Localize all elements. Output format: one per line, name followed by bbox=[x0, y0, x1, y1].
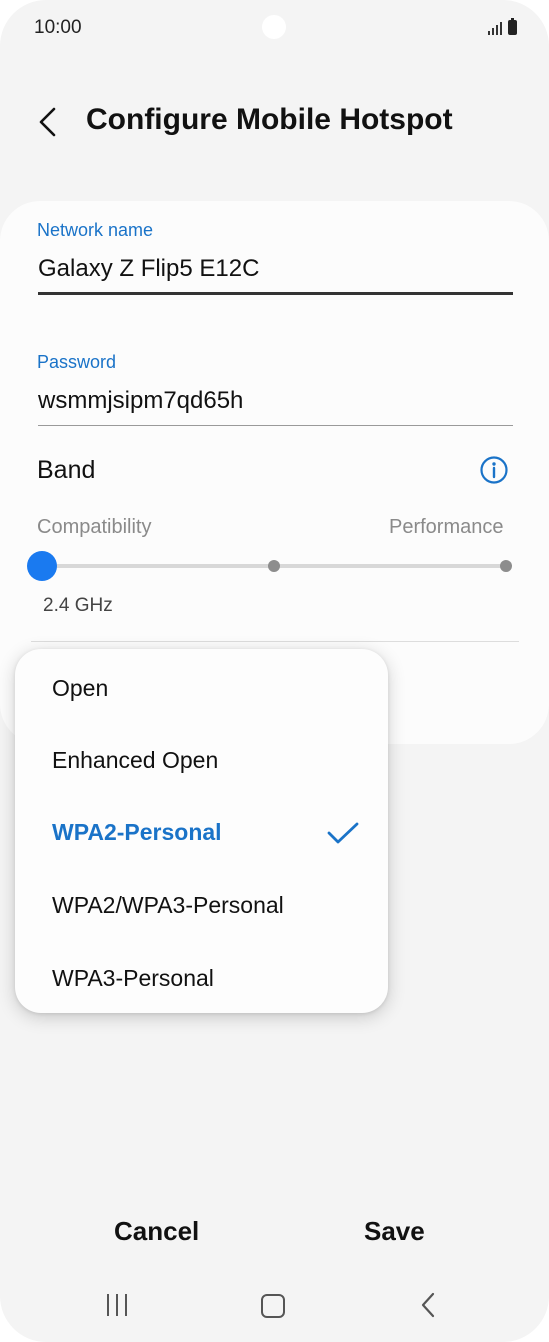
divider bbox=[31, 641, 519, 642]
signal-icon bbox=[488, 21, 502, 35]
option-wpa2-wpa3-personal[interactable]: WPA2/WPA3-Personal bbox=[52, 892, 284, 919]
battery-icon bbox=[508, 18, 517, 35]
network-name-field[interactable]: Galaxy Z Flip5 E12C bbox=[38, 255, 259, 283]
back-arrow-icon bbox=[39, 107, 56, 137]
password-field[interactable]: wsmmjsipm7qd65h bbox=[38, 387, 243, 415]
band-info-button[interactable] bbox=[479, 455, 509, 485]
performance-label: Performance bbox=[389, 516, 504, 538]
band-slider-thumb[interactable] bbox=[27, 551, 57, 581]
option-wpa2-personal[interactable]: WPA2-Personal bbox=[52, 819, 222, 846]
nav-back-icon[interactable] bbox=[418, 1291, 438, 1319]
recents-icon[interactable] bbox=[107, 1294, 127, 1316]
home-icon[interactable] bbox=[261, 1294, 285, 1318]
cancel-button[interactable]: Cancel bbox=[114, 1216, 199, 1247]
password-label: Password bbox=[37, 352, 117, 372]
page-title: Configure Mobile Hotspot bbox=[86, 103, 453, 136]
status-time: 10:00 bbox=[34, 17, 82, 38]
info-icon bbox=[480, 456, 508, 484]
back-button[interactable] bbox=[30, 104, 66, 140]
check-icon bbox=[327, 822, 359, 844]
band-value: 2.4 GHz bbox=[43, 595, 113, 616]
password-underline bbox=[38, 425, 513, 426]
save-button[interactable]: Save bbox=[364, 1216, 425, 1247]
slider-step-end bbox=[500, 560, 512, 572]
status-icons bbox=[488, 18, 517, 35]
phone-screen: 10:00 Configure Mobile Hotspot Network n… bbox=[0, 0, 549, 1342]
option-wpa3-personal[interactable]: WPA3-Personal bbox=[52, 965, 214, 992]
network-name-label: Network name bbox=[37, 220, 154, 240]
band-label: Band bbox=[37, 456, 96, 484]
security-dropdown: Open Enhanced Open WPA2-Personal WPA2/WP… bbox=[15, 649, 388, 1013]
front-camera bbox=[262, 15, 286, 39]
option-enhanced-open[interactable]: Enhanced Open bbox=[52, 747, 218, 774]
slider-step-middle bbox=[268, 560, 280, 572]
option-open[interactable]: Open bbox=[52, 675, 108, 702]
network-name-underline bbox=[38, 292, 513, 295]
compatibility-label: Compatibility bbox=[37, 516, 152, 538]
